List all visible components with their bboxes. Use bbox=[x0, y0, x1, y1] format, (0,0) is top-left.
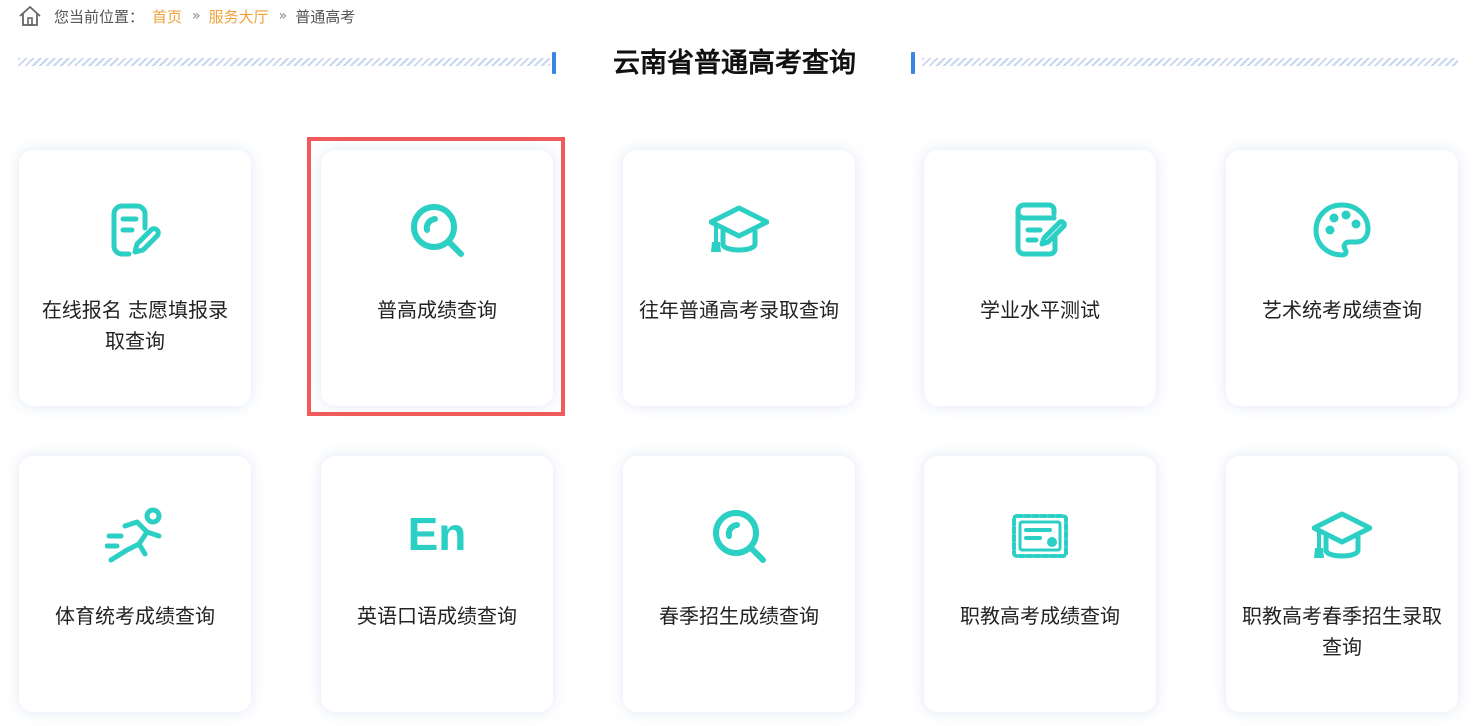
card-vocational-exam-query[interactable]: 职教高考成绩查询 bbox=[924, 456, 1156, 712]
card-label: 学业水平测试 bbox=[980, 298, 1100, 322]
card-label: 体育统考成绩查询 bbox=[55, 604, 215, 628]
card-proficiency-test[interactable]: 学业水平测试 bbox=[924, 150, 1156, 406]
card-label: 职教高考成绩查询 bbox=[960, 604, 1120, 628]
title-bar-right bbox=[911, 52, 915, 74]
edit-document-icon bbox=[111, 203, 161, 257]
title-row: 云南省普通高考查询 bbox=[18, 44, 1458, 84]
card-past-admission-query[interactable]: 往年普通高考录取查询 bbox=[623, 150, 855, 406]
card-sports-exam-query[interactable]: 体育统考成绩查询 bbox=[19, 456, 251, 712]
breadcrumb: 您当前位置： 首页 » 服务大厅 » 普通高考 bbox=[18, 4, 355, 28]
search-icon bbox=[411, 204, 464, 257]
breadcrumb-service-hall-link[interactable]: 服务大厅 bbox=[209, 6, 269, 27]
graduation-cap-icon bbox=[709, 205, 769, 253]
card-label: 艺术统考成绩查询 bbox=[1262, 298, 1422, 322]
card-label: 职教高考春季招生录取查询 bbox=[1242, 604, 1442, 659]
runner-icon bbox=[105, 507, 162, 563]
breadcrumb-current: 普通高考 bbox=[295, 7, 356, 26]
card-label: 春季招生成绩查询 bbox=[659, 604, 819, 628]
breadcrumb-separator: » bbox=[192, 8, 200, 24]
card-score-query[interactable]: 普高成绩查询 bbox=[321, 150, 553, 406]
home-icon[interactable] bbox=[18, 5, 42, 27]
search-icon bbox=[713, 510, 766, 563]
card-label: 普高成绩查询 bbox=[377, 298, 497, 322]
card-label: 在线报名 志愿填报录取查询 bbox=[41, 298, 229, 353]
card-online-registration[interactable]: 在线报名 志愿填报录取查询 bbox=[19, 150, 251, 406]
certificate-icon bbox=[1012, 514, 1068, 558]
card-vocational-spring-admission-query[interactable]: 职教高考春季招生录取查询 bbox=[1226, 456, 1458, 712]
svg-text:En: En bbox=[408, 508, 467, 560]
breadcrumb-separator: » bbox=[278, 8, 287, 24]
card-spring-enrollment-query[interactable]: 春季招生成绩查询 bbox=[623, 456, 855, 712]
card-english-oral-query[interactable]: En 英语口语成绩查询 bbox=[321, 456, 553, 712]
title-bar-left bbox=[552, 52, 556, 74]
card-art-exam-query[interactable]: 艺术统考成绩查询 bbox=[1226, 150, 1458, 406]
english-en-icon: En bbox=[408, 508, 467, 560]
card-label: 英语口语成绩查询 bbox=[357, 604, 517, 628]
graduation-cap-icon bbox=[1312, 511, 1372, 559]
palette-icon bbox=[1313, 202, 1371, 258]
card-label: 往年普通高考录取查询 bbox=[639, 298, 839, 322]
breadcrumb-prefix: 您当前位置： bbox=[54, 7, 145, 26]
title-decoration-right bbox=[922, 58, 1458, 66]
title-decoration-left bbox=[18, 58, 550, 66]
scroll-document-icon bbox=[1015, 202, 1067, 257]
breadcrumb-home-link[interactable]: 首页 bbox=[152, 6, 182, 27]
page-title: 云南省普通高考查询 bbox=[613, 48, 856, 79]
